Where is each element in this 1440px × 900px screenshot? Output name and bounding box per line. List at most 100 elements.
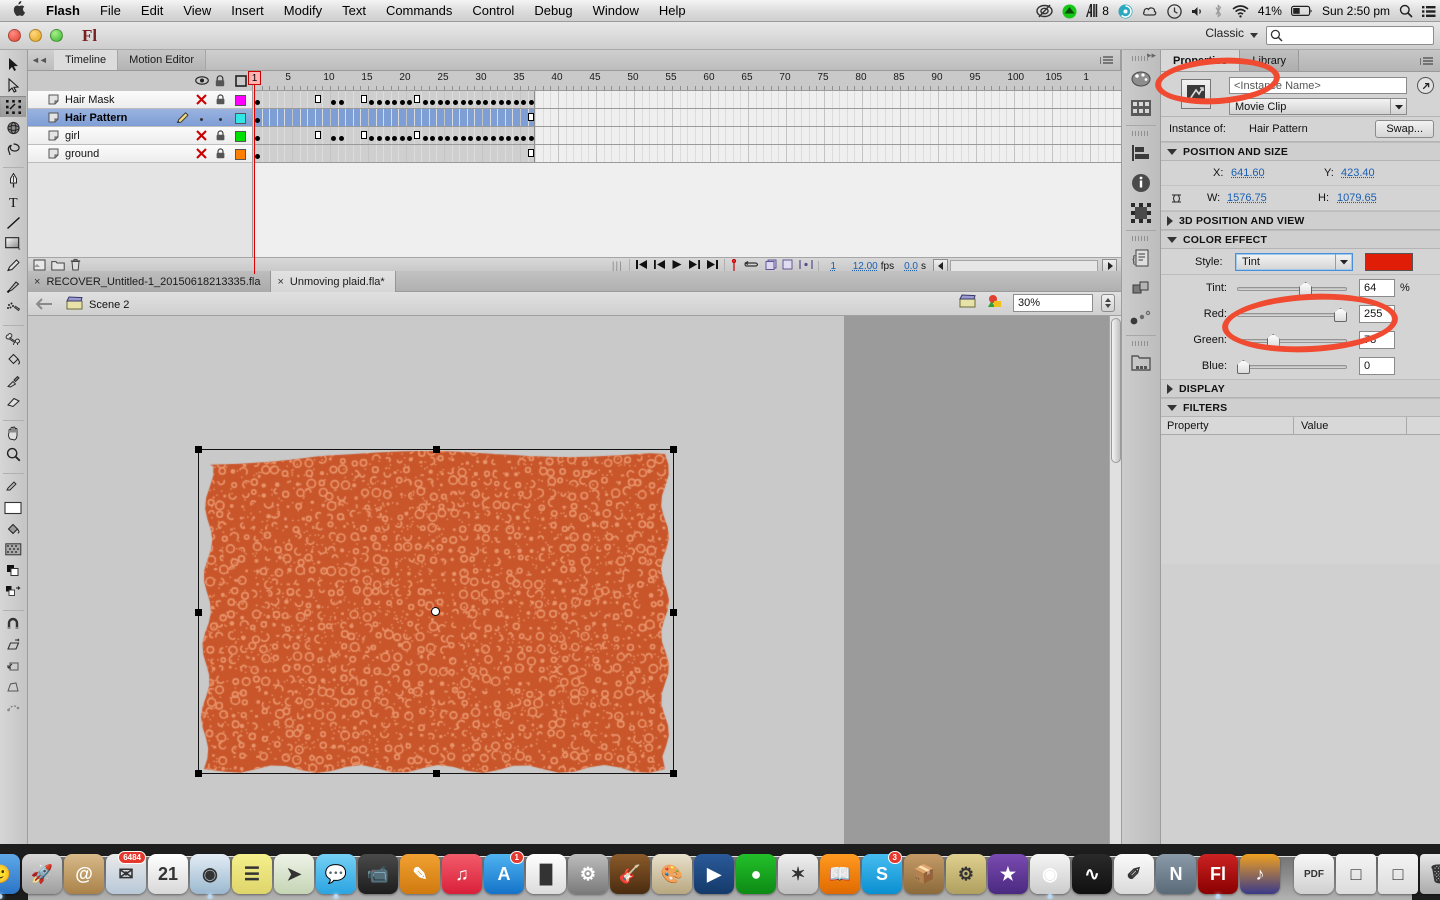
- y-value[interactable]: 423.40: [1341, 167, 1375, 179]
- slider-track[interactable]: [1237, 365, 1347, 369]
- layer-visible-dot[interactable]: [195, 112, 208, 124]
- dock-item-activity-monitor[interactable]: ∿: [1072, 852, 1112, 896]
- lock-icon[interactable]: [214, 148, 227, 162]
- layer-color-swatch[interactable]: [235, 149, 246, 160]
- slider-knob[interactable]: [1266, 334, 1280, 348]
- x-value[interactable]: 641.60: [1231, 167, 1265, 179]
- dock-item-pdf-document[interactable]: PDF: [1294, 852, 1334, 896]
- keyframe-marker[interactable]: [528, 100, 534, 105]
- zoom-tool[interactable]: [0, 444, 26, 465]
- frame-grid[interactable]: [254, 91, 1121, 274]
- dock-item-safari[interactable]: ◉: [190, 852, 230, 899]
- keyframe-marker[interactable]: [475, 100, 481, 105]
- breadcrumb[interactable]: Scene 2: [66, 296, 129, 313]
- blank-keyframe-marker[interactable]: [528, 113, 535, 121]
- keyframe-marker[interactable]: [338, 136, 344, 141]
- section-color-effect[interactable]: COLOR EFFECT: [1161, 230, 1440, 249]
- keyframe-marker[interactable]: [452, 100, 458, 105]
- slider-value-input[interactable]: 255: [1359, 305, 1395, 323]
- dock-item-finder[interactable]: 🙂: [0, 852, 20, 899]
- keyframe-marker[interactable]: [490, 100, 496, 105]
- menu-item-view[interactable]: View: [173, 0, 221, 22]
- layer-color-swatch[interactable]: [235, 95, 246, 106]
- document-tab-1[interactable]: × Unmoving plaid.fla*: [271, 271, 396, 292]
- dock-item-messages[interactable]: 💬: [316, 852, 356, 899]
- notification-center-icon[interactable]: [1422, 5, 1436, 18]
- dock-item-flash-professional[interactable]: Fl: [1198, 852, 1238, 899]
- workspace-label[interactable]: Classic: [1205, 26, 1244, 40]
- close-icon[interactable]: ×: [277, 276, 283, 288]
- chevron-down-icon[interactable]: [1390, 99, 1406, 114]
- dock-item-chrome[interactable]: ◉: [1030, 852, 1070, 899]
- playhead-frame-number[interactable]: 1: [248, 71, 261, 85]
- menu-item-window[interactable]: Window: [583, 0, 649, 22]
- pencil-tool[interactable]: [0, 254, 26, 275]
- keyframe-marker[interactable]: [490, 136, 496, 141]
- lasso-tool[interactable]: [0, 138, 26, 159]
- transform-handle-tc[interactable]: [433, 446, 440, 453]
- section-filters[interactable]: FILTERS: [1161, 398, 1440, 417]
- timeline-ruler[interactable]: 1510152025303540455055606570758085909510…: [254, 71, 1121, 91]
- menu-item-edit[interactable]: Edit: [131, 0, 173, 22]
- dropbox-icon[interactable]: [1062, 4, 1077, 19]
- menu-item-debug[interactable]: Debug: [524, 0, 582, 22]
- dock-item-numbers[interactable]: █: [526, 852, 566, 896]
- chevron-down-icon[interactable]: [1250, 33, 1258, 38]
- dock-item-skype[interactable]: S3: [862, 851, 902, 896]
- rectangle-tool[interactable]: [0, 233, 26, 254]
- tab-library[interactable]: Library: [1240, 50, 1300, 71]
- collapse-icon[interactable]: ◄◄: [31, 55, 48, 65]
- adobe-a-icon[interactable]: 8: [1086, 4, 1109, 18]
- scene-name[interactable]: Scene 2: [89, 299, 129, 311]
- drag-grip[interactable]: [1122, 338, 1160, 348]
- motion-presets-panel-icon[interactable]: [1122, 303, 1160, 333]
- lock-icon[interactable]: [214, 130, 227, 144]
- slider-value-input[interactable]: 78: [1359, 331, 1395, 349]
- apple-icon[interactable]: [0, 0, 36, 21]
- lock-icon[interactable]: [214, 75, 226, 90]
- dock-item-app-store[interactable]: A1: [484, 851, 524, 896]
- swatches-panel-icon[interactable]: [1122, 93, 1160, 123]
- swap-colors-tool[interactable]: [0, 581, 26, 602]
- dock-item-app-colorful[interactable]: ✶: [778, 852, 818, 896]
- dock-item-system-preferences[interactable]: ⚙: [568, 852, 608, 896]
- menu-item-help[interactable]: Help: [649, 0, 696, 22]
- bone-tool[interactable]: [0, 328, 26, 349]
- menu-item-file[interactable]: File: [90, 0, 131, 22]
- edit-scene-icon[interactable]: [959, 294, 978, 312]
- layer-hidden-x[interactable]: [195, 94, 208, 108]
- align-panel-icon[interactable]: [1122, 138, 1160, 168]
- scale-option[interactable]: [0, 634, 26, 655]
- transform-handle-br[interactable]: [670, 770, 677, 777]
- spray-brush-tool[interactable]: [0, 296, 26, 317]
- blank-keyframe-marker[interactable]: [315, 131, 322, 139]
- minimize-window-button[interactable]: [29, 29, 42, 42]
- dock-item-pages[interactable]: ✎: [400, 852, 440, 896]
- dock-item-audacity[interactable]: ♪: [1240, 852, 1280, 896]
- line-tool[interactable]: [0, 212, 26, 233]
- menu-item-text[interactable]: Text: [332, 0, 376, 22]
- current-frame-indicator[interactable]: 1: [830, 261, 836, 272]
- transform-handle-tl[interactable]: [195, 446, 202, 453]
- filters-list-body[interactable]: [1161, 564, 1440, 848]
- info-panel-icon[interactable]: [1122, 168, 1160, 198]
- frame-row[interactable]: [254, 91, 1121, 109]
- document-tab-0[interactable]: × RECOVER_Untitled-1_20150618213335.fla: [28, 271, 272, 292]
- blank-keyframe-marker[interactable]: [361, 131, 367, 139]
- zoom-window-button[interactable]: [50, 29, 63, 42]
- dock-item-finder-window-1[interactable]: □: [1336, 852, 1376, 896]
- selection-tool[interactable]: [0, 54, 26, 75]
- layer-unlocked-dot[interactable]: [214, 112, 227, 124]
- h-value[interactable]: 1079.65: [1337, 192, 1377, 204]
- transform-handle-bc[interactable]: [433, 770, 440, 777]
- dock-item-stickies[interactable]: ☰: [232, 852, 272, 896]
- chevron-down-icon[interactable]: [1335, 254, 1352, 270]
- section-display[interactable]: DISPLAY: [1161, 379, 1440, 398]
- close-icon[interactable]: ×: [34, 276, 40, 288]
- keyframe-marker[interactable]: [460, 100, 466, 105]
- dock-item-ibooks[interactable]: 📖: [820, 852, 860, 896]
- layer-row[interactable]: Hair Pattern: [28, 109, 252, 127]
- keyframe-marker[interactable]: [437, 100, 443, 105]
- eyedropper-tool[interactable]: [0, 370, 26, 391]
- blank-keyframe-marker[interactable]: [414, 131, 421, 139]
